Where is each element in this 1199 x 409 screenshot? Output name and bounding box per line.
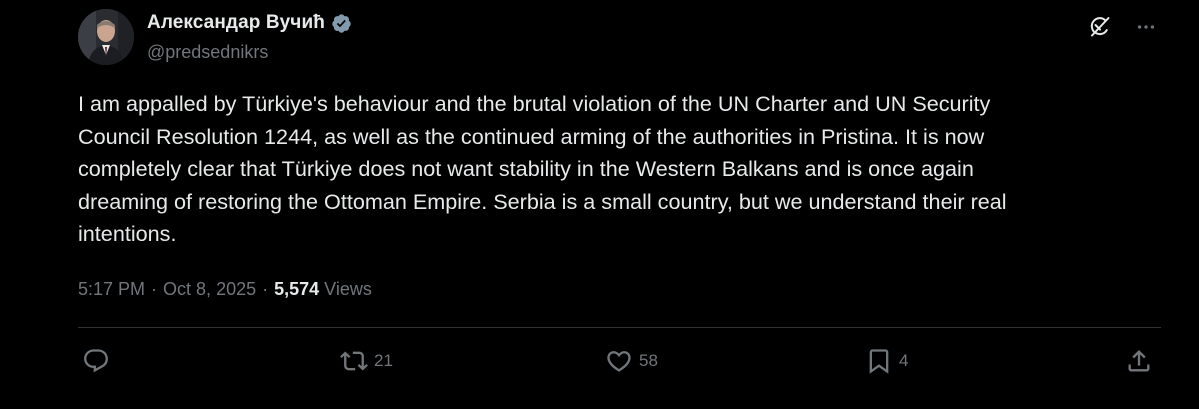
author-display-name[interactable]: Александар Вучић [147, 12, 325, 34]
verified-badge-icon[interactable] [331, 13, 352, 34]
share-button[interactable] [1125, 347, 1153, 375]
avatar[interactable] [78, 9, 134, 65]
meta-separator: · [262, 279, 269, 299]
bookmark-count: 4 [899, 351, 909, 370]
repost-icon [340, 347, 368, 375]
post-metadata: 5:17 PM · Oct 8, 2025 · 5,574 Views [78, 279, 372, 300]
bookmark-button[interactable]: 4 [865, 347, 908, 375]
meta-separator: · [151, 279, 158, 299]
views-count[interactable]: 5,574 [274, 279, 319, 300]
like-button[interactable]: 58 [605, 347, 658, 375]
grok-icon[interactable] [1087, 14, 1113, 40]
share-icon [1125, 347, 1153, 375]
reply-button[interactable] [82, 347, 116, 375]
author-name-row: Александар Вучић [147, 12, 352, 34]
post-text: I am appalled by Türkiye's behaviour and… [78, 91, 1007, 246]
post-time[interactable]: 5:17 PM [78, 279, 145, 300]
post-top-actions [1087, 14, 1159, 40]
action-bar: 21 58 4 [82, 347, 1157, 379]
more-icon[interactable] [1133, 14, 1159, 40]
post-date[interactable]: Oct 8, 2025 [163, 279, 256, 300]
views-label: Views [324, 279, 372, 299]
repost-button[interactable]: 21 [340, 347, 393, 375]
like-icon [605, 347, 633, 375]
post-card: Александар Вучић @predsednikrs I am appa… [0, 0, 1199, 409]
reply-icon [82, 347, 110, 375]
divider [78, 327, 1161, 328]
repost-count: 21 [374, 351, 393, 370]
author-handle[interactable]: @predsednikrs [147, 42, 268, 63]
like-count: 58 [639, 351, 658, 370]
bookmark-icon [865, 347, 893, 375]
